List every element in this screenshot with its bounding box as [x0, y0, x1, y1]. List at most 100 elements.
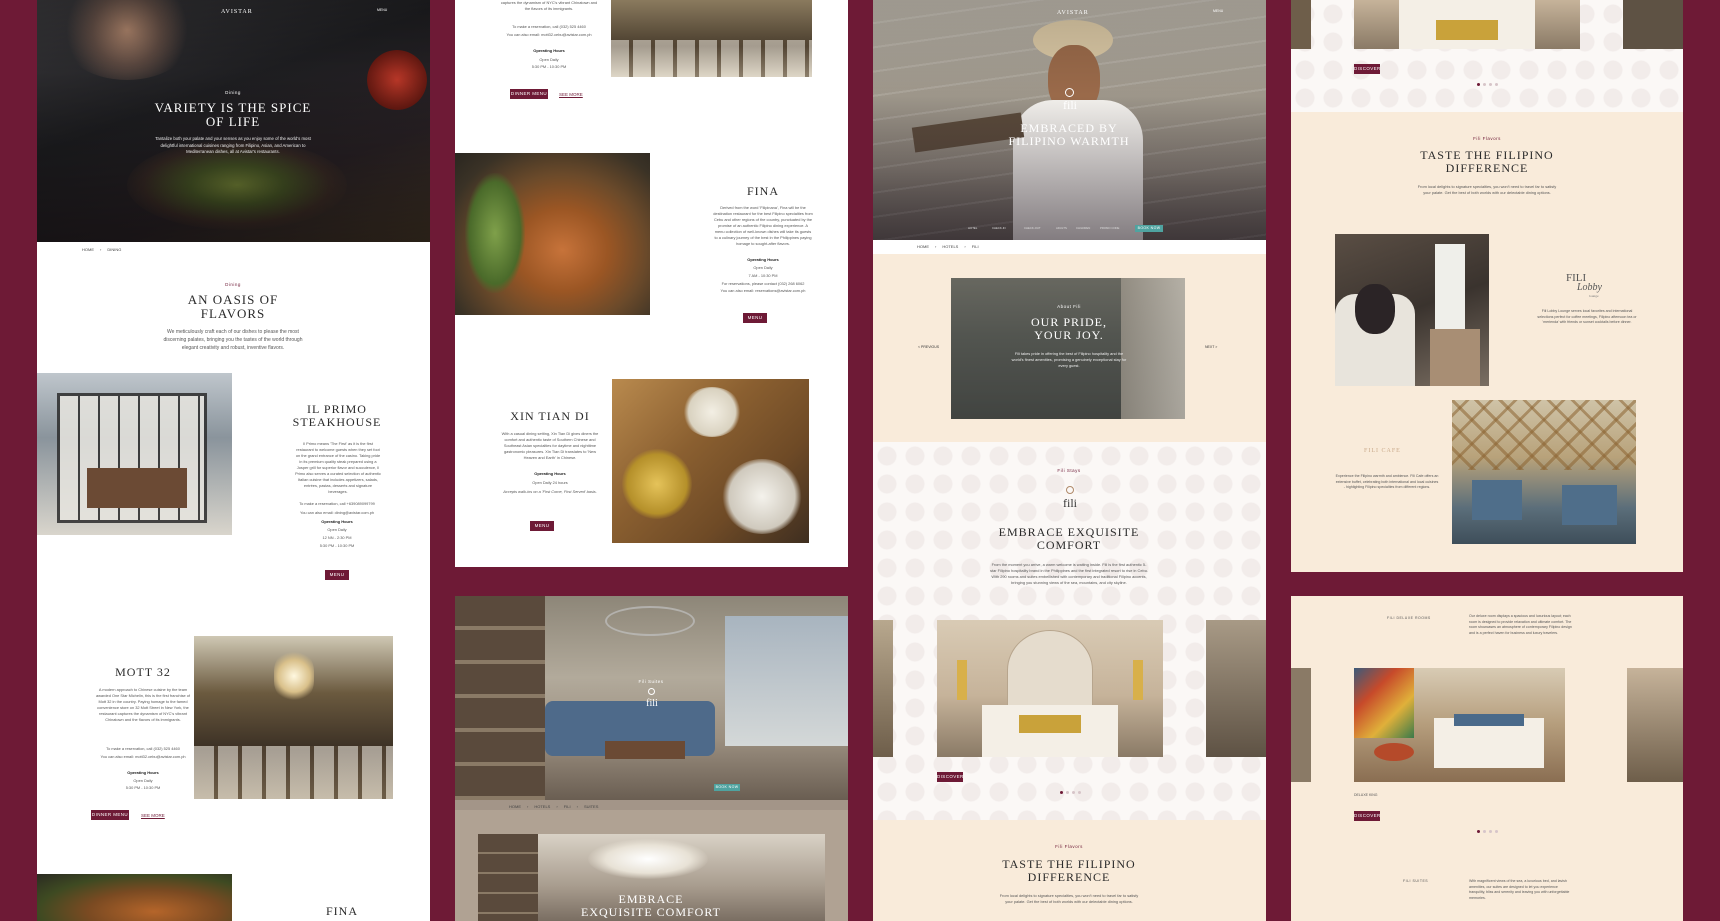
fili-cafe-image [1452, 400, 1636, 544]
chevron-right-icon: › [100, 247, 102, 252]
suite-book-now-button[interactable]: BOOK NOW [714, 784, 740, 791]
mott32-hours-label: Operating Hours [127, 770, 159, 775]
comfort-carousel-dots[interactable] [1060, 791, 1081, 794]
top-discover-button[interactable]: DISCOVER [1354, 64, 1380, 74]
fili-rooms-panel: FILI DELUXE ROOMS Our deluxe room displa… [1291, 596, 1683, 921]
breadcrumb-dining[interactable]: DINING [107, 247, 121, 252]
menu-button[interactable]: MENU [1213, 9, 1223, 13]
top-carousel-dots[interactable] [1477, 83, 1498, 86]
xin-tian-di-hours-0: Open Daily 24 hours [532, 480, 568, 485]
mott32-image [194, 636, 393, 799]
mott32-title: MOTT 32 [115, 665, 171, 679]
breadcrumb-hotels[interactable]: HOTELS [942, 244, 958, 249]
booking-checkout-field[interactable]: CHECK-OUT [1024, 226, 1054, 230]
deluxe-room-image [1354, 668, 1565, 782]
breadcrumb-home[interactable]: HOME [917, 244, 929, 249]
top-room-image [1354, 0, 1580, 49]
breadcrumb-hotels[interactable]: HOTELS [534, 804, 550, 809]
taste-text: From local delights to signature special… [999, 893, 1139, 905]
lobby-logo-sub: lounge [1589, 294, 1599, 298]
mott32-cont-hours-1: 5:30 PM - 10:30 PM [531, 64, 567, 69]
fina-email[interactable]: You can also email: reservations@avistar… [705, 288, 821, 294]
mott32-hours-0: Open Daily [133, 778, 153, 783]
mott32-cont-hours-label: Operating Hours [533, 48, 565, 53]
mott32-text: A modern approach to Chinese cuisine by … [95, 687, 191, 723]
fili-hero-title: EMBRACED BY FILIPINO WARMTH [1008, 121, 1130, 149]
comfort-side-image-left [873, 620, 893, 757]
taste-title: TASTE THE FILIPINO DIFFERENCE [1420, 148, 1554, 176]
comfort-text: From the moment you arrive, a warm welco… [990, 562, 1148, 586]
taste-eyebrow: Fili Flavors [1473, 136, 1501, 141]
comfort-section: Fili Stays fili EMBRACE EXQUISITE COMFOR… [873, 442, 1266, 820]
pride-section: About Fili OUR PRIDE, YOUR JOY. Fili tak… [873, 254, 1266, 442]
fina-image-bottom [37, 874, 232, 921]
booking-hotel-field[interactable]: HOTEL [968, 226, 990, 230]
booking-promo-field[interactable]: PROMO CODE [1100, 226, 1128, 230]
deluxe-discover-button[interactable]: DISCOVER [1354, 811, 1380, 821]
breadcrumb-suites[interactable]: SUITES [584, 804, 598, 809]
fina-reserve: For reservations, please contact (032) 2… [721, 281, 805, 286]
suite-brand: fili [646, 698, 658, 709]
mott32-cont-dinner-menu-button[interactable]: DINNER MENU [510, 89, 548, 99]
comfort-title: EMBRACE EXQUISITE COMFORT [998, 525, 1140, 553]
mott32-dinner-menu-button[interactable]: DINNER MENU [91, 810, 129, 820]
il-primo-email[interactable]: You can also email: dining@avistar.com.p… [287, 510, 387, 516]
previous-button[interactable]: < PREVIOUS [918, 345, 939, 349]
pride-title: OUR PRIDE, YOUR JOY. [1030, 315, 1107, 343]
fili-logo-icon [1065, 88, 1074, 97]
suite-title: EMBRACE EXQUISITE COMFORT [581, 892, 721, 920]
fina-menu-button[interactable]: MENU [743, 313, 767, 323]
breadcrumb-home[interactable]: HOME [509, 804, 521, 809]
dining-page-panel: AVISTAR MENU Dining VARIETY IS THE SPICE… [37, 0, 430, 921]
deluxe-caption: DELUXE KING [1354, 793, 1378, 797]
mott32-hours-1: 5:30 PM - 10:30 PM [125, 785, 161, 790]
pride-text: Fili takes pride in offering the best of… [1011, 351, 1127, 369]
site-logo[interactable]: AVISTAR [1057, 10, 1089, 16]
mott32-cont-email[interactable]: You can also email: mott32.cebu@avistar.… [495, 32, 603, 38]
fina-title-bottom: FINA [325, 904, 358, 918]
suites-text: With magnificent views of the sea, a lux… [1469, 879, 1570, 900]
breadcrumb-fili[interactable]: FILI [972, 244, 979, 249]
booking-checkin-field[interactable]: CHECK-IN [992, 226, 1022, 230]
top-side-image-right [1623, 0, 1683, 49]
breadcrumb: HOME › DINING [82, 247, 121, 252]
fina-image [455, 153, 650, 315]
mott32-cont-hours-0: Open Daily [539, 57, 559, 62]
booking-children-field[interactable]: CHILDREN [1076, 226, 1098, 230]
hero-title: VARIETY IS THE SPICE OF LIFE [154, 100, 312, 130]
site-logo[interactable]: AVISTAR [221, 9, 253, 15]
il-primo-text: Il Primo means 'The First' as it is the … [295, 441, 381, 495]
booking-adults-field[interactable]: ADULTS [1056, 226, 1074, 230]
xin-tian-di-menu-button[interactable]: MENU [530, 521, 554, 531]
taste-section: Fili Flavors TASTE THE FILIPINO DIFFEREN… [1291, 112, 1683, 572]
xin-tian-di-note: Accepts walk-ins on a 'First Come, First… [503, 489, 597, 494]
fina-hours-1: 7 AM - 10:30 PM [748, 273, 778, 278]
xin-tian-di-hours-label: Operating Hours [534, 471, 566, 476]
fina-hours-0: Open Daily [753, 265, 773, 270]
mott32-email[interactable]: You can also email: mott32.cebu@avistar.… [87, 754, 199, 760]
menu-button[interactable]: MENU [377, 8, 387, 12]
pride-image [951, 278, 1185, 419]
il-primo-menu-button[interactable]: MENU [325, 570, 349, 580]
fili-book-now-button[interactable]: BOOK NOW [1135, 225, 1163, 232]
comfort-discover-button[interactable]: DISCOVER [937, 772, 963, 782]
deluxe-carousel-dots[interactable] [1477, 830, 1498, 833]
oasis-eyebrow: Dining [225, 282, 241, 287]
suites-label: FILI SUITES [1403, 879, 1429, 883]
fili-cafe-text: Experience the Filipino warmth and ambie… [1335, 474, 1439, 490]
breadcrumb-fili[interactable]: FILI [564, 804, 571, 809]
chevron-right-icon: › [576, 804, 578, 809]
taste-section: Fili Flavors TASTE THE FILIPINO DIFFEREN… [873, 820, 1266, 921]
fili-cafe-logo: FILI CAFE [1364, 448, 1401, 454]
comfort-eyebrow: Fili Stays [1057, 468, 1081, 473]
mott32-cont-see-more-link[interactable]: SEE MORE [559, 92, 583, 97]
mott32-cont-text: captures the dynamism of NYC's vibrant C… [500, 0, 598, 12]
pride-eyebrow: About Fili [1057, 304, 1081, 309]
oasis-text: We meticulously craft each of our dishes… [163, 329, 303, 351]
mott32-cont-image [611, 0, 812, 77]
mott32-see-more-link[interactable]: SEE MORE [141, 813, 165, 818]
breadcrumb-home[interactable]: HOME [82, 247, 94, 252]
taste-title: TASTE THE FILIPINO DIFFERENCE [1002, 857, 1136, 885]
il-primo-hours-0: Open Daily [327, 527, 347, 532]
next-button[interactable]: NEXT > [1205, 345, 1217, 349]
